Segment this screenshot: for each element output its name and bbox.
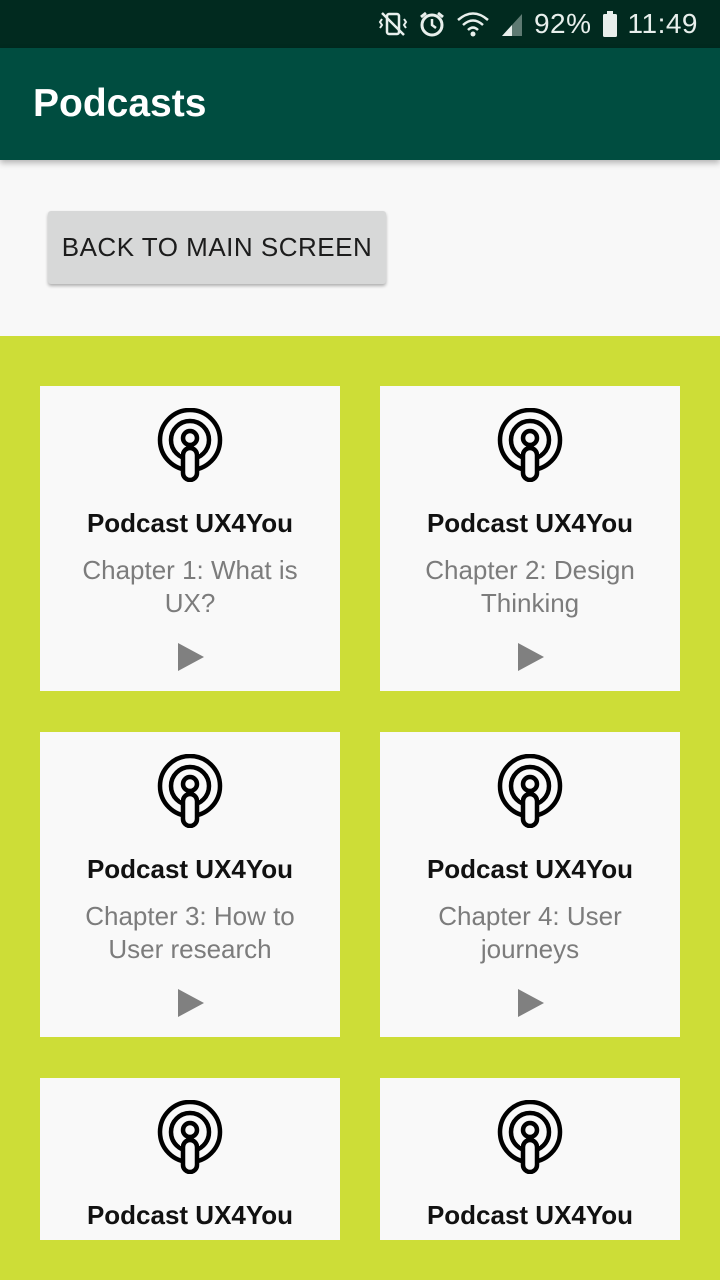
podcast-card[interactable]: Podcast UX4You (380, 1078, 680, 1240)
status-bar: 92% 11:49 (0, 0, 720, 48)
podcast-icon (496, 754, 564, 828)
podcast-icon (156, 754, 224, 828)
podcast-icon (496, 408, 564, 482)
play-icon[interactable] (516, 988, 546, 1018)
play-icon[interactable] (176, 988, 206, 1018)
podcast-card[interactable]: Podcast UX4You (40, 1078, 340, 1240)
vibrate-mute-icon (378, 10, 408, 38)
header-panel: BACK TO MAIN SCREEN (0, 160, 720, 336)
podcast-card[interactable]: Podcast UX4You Chapter 4: User journeys (380, 732, 680, 1037)
card-title: Podcast UX4You (86, 1200, 294, 1230)
back-to-main-button[interactable]: BACK TO MAIN SCREEN (48, 211, 386, 284)
alarm-icon (418, 10, 446, 38)
clock: 11:49 (627, 8, 698, 39)
play-icon[interactable] (176, 642, 206, 672)
card-chapter: Chapter 3: How to User research (85, 901, 295, 964)
podcast-icon (496, 1100, 564, 1174)
card-title: Podcast UX4You (86, 508, 294, 538)
card-title: Podcast UX4You (426, 508, 634, 538)
page-title: Podcasts (33, 82, 207, 125)
card-title: Podcast UX4You (426, 854, 634, 884)
card-chapter: Chapter 2: Design Thinking (425, 555, 635, 618)
podcast-card[interactable]: Podcast UX4You Chapter 3: How to User re… (40, 732, 340, 1037)
card-chapter: Chapter 1: What is UX? (82, 555, 298, 618)
podcast-icon (156, 1100, 224, 1174)
signal-icon (500, 10, 524, 38)
play-icon[interactable] (516, 642, 546, 672)
battery-level: 92% (533, 8, 592, 39)
podcast-card[interactable]: Podcast UX4You Chapter 2: Design Thinkin… (380, 386, 680, 691)
podcast-grid: Podcast UX4You Chapter 1: What is UX? Po… (0, 336, 720, 1280)
card-title: Podcast UX4You (426, 1200, 634, 1230)
battery-icon (602, 10, 618, 38)
podcast-card[interactable]: Podcast UX4You Chapter 1: What is UX? (40, 386, 340, 691)
card-title: Podcast UX4You (86, 854, 294, 884)
card-chapter: Chapter 4: User journeys (438, 901, 622, 964)
app-bar: Podcasts (0, 48, 720, 160)
podcast-icon (156, 408, 224, 482)
wifi-icon (456, 10, 490, 38)
